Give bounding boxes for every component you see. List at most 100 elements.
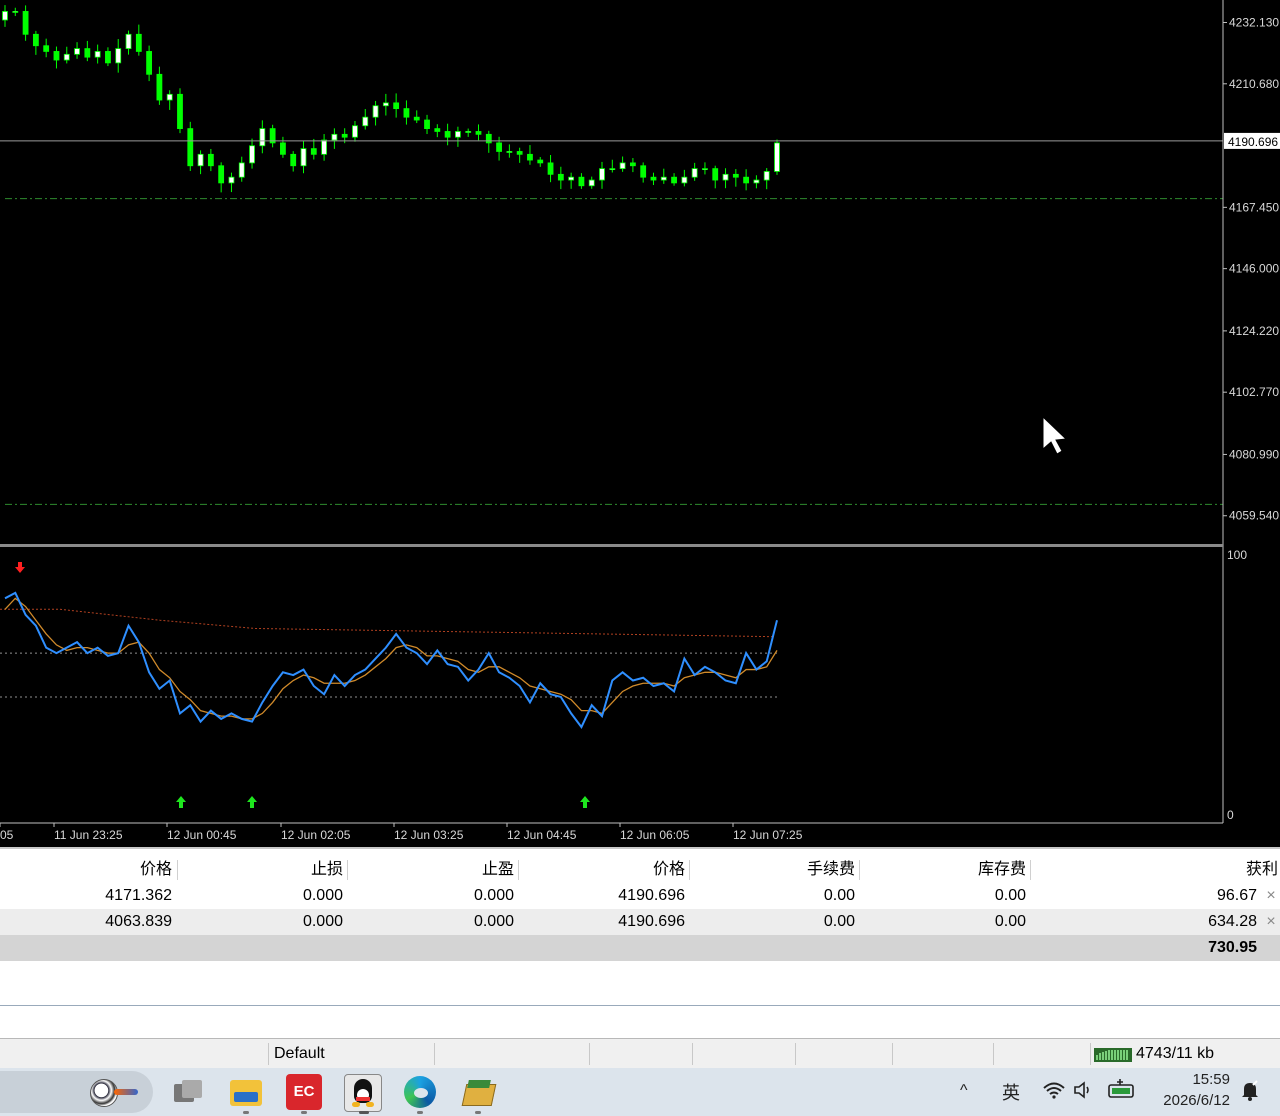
candle-body — [12, 11, 19, 13]
stop-loss-cell[interactable]: 0.000 — [178, 909, 347, 935]
close-position-icon[interactable]: × — [1262, 883, 1280, 909]
candle-body — [218, 165, 225, 184]
candle-body — [403, 108, 410, 118]
arrow-up-shape — [176, 796, 186, 808]
buy-signal-arrow-icon — [247, 796, 257, 808]
candle — [22, 5, 29, 41]
commission-cell: 0.00 — [823, 887, 855, 904]
candle-body — [84, 48, 91, 58]
edge-icon[interactable] — [402, 1074, 438, 1110]
candle — [424, 114, 430, 135]
header-take-profit[interactable]: 止盈 — [348, 857, 518, 883]
candle — [43, 38, 50, 58]
take-profit-cell[interactable]: 0.000 — [348, 909, 518, 935]
candle-body — [712, 168, 719, 181]
candle-body — [485, 133, 492, 144]
header-stop-loss[interactable]: 止损 — [178, 857, 347, 883]
candle-body — [32, 33, 39, 47]
volume-icon[interactable] — [1073, 1081, 1093, 1099]
candle-body — [125, 33, 132, 49]
candle — [290, 151, 297, 172]
candle — [280, 136, 286, 158]
candle-body — [372, 105, 379, 118]
price-axis-label: 4210.680 — [1229, 77, 1279, 91]
candle-body — [352, 125, 358, 138]
candle — [197, 150, 204, 175]
candle-body — [475, 131, 482, 135]
archive-app-icon[interactable] — [460, 1074, 497, 1110]
candle-body — [516, 151, 523, 155]
time-axis-label: 12 Jun 00:45 — [167, 828, 237, 842]
total-row: 730.95 — [0, 935, 1280, 961]
wifi-icon[interactable] — [1043, 1081, 1065, 1099]
price-axis-label: 4059.540 — [1229, 509, 1279, 523]
qq-icon[interactable] — [344, 1074, 382, 1112]
table-row[interactable]: 4063.839 0.000 0.000 4190.696 0.00 0.00 … — [0, 909, 1280, 935]
candle-body — [681, 176, 688, 184]
candle — [599, 161, 605, 189]
candle — [732, 169, 739, 187]
stop-loss-cell[interactable]: 0.000 — [178, 883, 347, 909]
widget-pill[interactable] — [0, 1071, 153, 1113]
pane-splitter[interactable] — [0, 544, 1223, 547]
take-profit-cell[interactable]: 0.000 — [348, 883, 518, 909]
header-open-price[interactable]: 价格 — [0, 857, 176, 883]
candle — [249, 138, 255, 169]
candle-body — [197, 153, 204, 167]
candle-body — [53, 51, 60, 61]
clock-date[interactable]: 2026/6/12 — [1140, 1092, 1230, 1109]
candle — [434, 124, 441, 138]
profile-name[interactable]: Default — [274, 1039, 325, 1069]
candle-body — [599, 168, 605, 181]
candle — [146, 45, 153, 82]
candle — [352, 121, 358, 142]
candle — [228, 172, 235, 193]
ec-app-icon[interactable]: EC — [286, 1074, 322, 1110]
candle-body — [300, 148, 307, 167]
open-price-cell: 4063.839 — [105, 913, 172, 930]
candle — [753, 175, 760, 189]
candle — [671, 173, 677, 186]
candle-body — [455, 131, 461, 138]
candle-body — [259, 128, 266, 147]
panel-divider — [0, 1005, 1280, 1006]
candle-body — [424, 119, 430, 130]
tray-overflow-icon[interactable]: ^ — [960, 1082, 968, 1100]
header-profit[interactable]: 获利 — [1031, 857, 1280, 883]
windows-taskbar: EC ^ 英 15:59 2026/6/12 — [0, 1068, 1280, 1116]
clock-time[interactable]: 15:59 — [1160, 1071, 1230, 1088]
candle-body — [115, 48, 122, 64]
candle — [362, 109, 369, 130]
candle-body — [94, 51, 101, 58]
candle-body — [63, 53, 70, 61]
candle — [207, 148, 214, 172]
candle-body — [568, 176, 575, 181]
candle-body — [156, 73, 163, 101]
candle — [187, 121, 194, 171]
candle — [125, 30, 132, 55]
file-explorer-icon[interactable] — [228, 1074, 264, 1110]
trading-chart[interactable]: 4232.130 4210.680 4167.450 4146.000 4124.220… — [0, 0, 1280, 847]
battery-icon[interactable] — [1108, 1078, 1136, 1100]
task-view-icon[interactable] — [170, 1074, 206, 1110]
ime-indicator[interactable]: 英 — [1002, 1079, 1020, 1105]
candle — [403, 100, 410, 125]
table-row[interactable]: 4171.362 0.000 0.000 4190.696 0.00 0.00 … — [0, 883, 1280, 909]
arrow-down-shape — [15, 562, 25, 573]
header-current-price[interactable]: 价格 — [519, 857, 689, 883]
swap-cell: 0.00 — [994, 913, 1026, 930]
candle-body — [382, 102, 389, 107]
header-swap[interactable]: 库存费 — [860, 857, 1030, 883]
chart-canvas[interactable]: 4232.130 4210.680 4167.450 4146.000 4124.220… — [0, 0, 1280, 847]
candle-body — [465, 131, 472, 133]
candle-body — [105, 51, 111, 64]
candle-body — [588, 179, 595, 187]
header-commission[interactable]: 手续费 — [690, 857, 859, 883]
candle — [568, 172, 575, 189]
candle — [537, 157, 544, 167]
candle — [372, 100, 379, 126]
close-position-icon[interactable]: × — [1262, 909, 1280, 935]
candle-body — [43, 45, 50, 52]
notification-bell-icon[interactable] — [1240, 1080, 1260, 1102]
candle-body — [166, 93, 173, 101]
